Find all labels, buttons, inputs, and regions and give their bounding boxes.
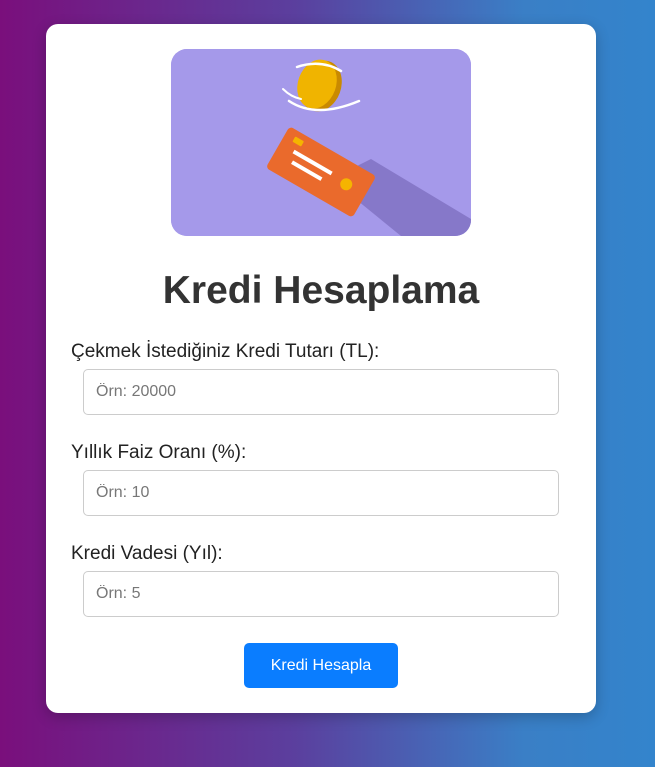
credit-card-coin-illustration: [171, 49, 471, 236]
rate-input[interactable]: [83, 470, 559, 516]
hero-image: [171, 49, 471, 236]
amount-input[interactable]: [83, 369, 559, 415]
page-title: Kredi Hesaplama: [162, 269, 480, 312]
calculator-card: Kredi Hesaplama Çekmek İstediğiniz Kredi…: [46, 24, 596, 713]
calculate-button[interactable]: Kredi Hesapla: [244, 643, 398, 688]
rate-label: Yıllık Faiz Oranı (%):: [71, 442, 247, 463]
amount-label: Çekmek İstediğiniz Kredi Tutarı (TL):: [71, 341, 380, 362]
term-label: Kredi Vadesi (Yıl):: [71, 543, 223, 564]
term-input[interactable]: [83, 571, 559, 617]
